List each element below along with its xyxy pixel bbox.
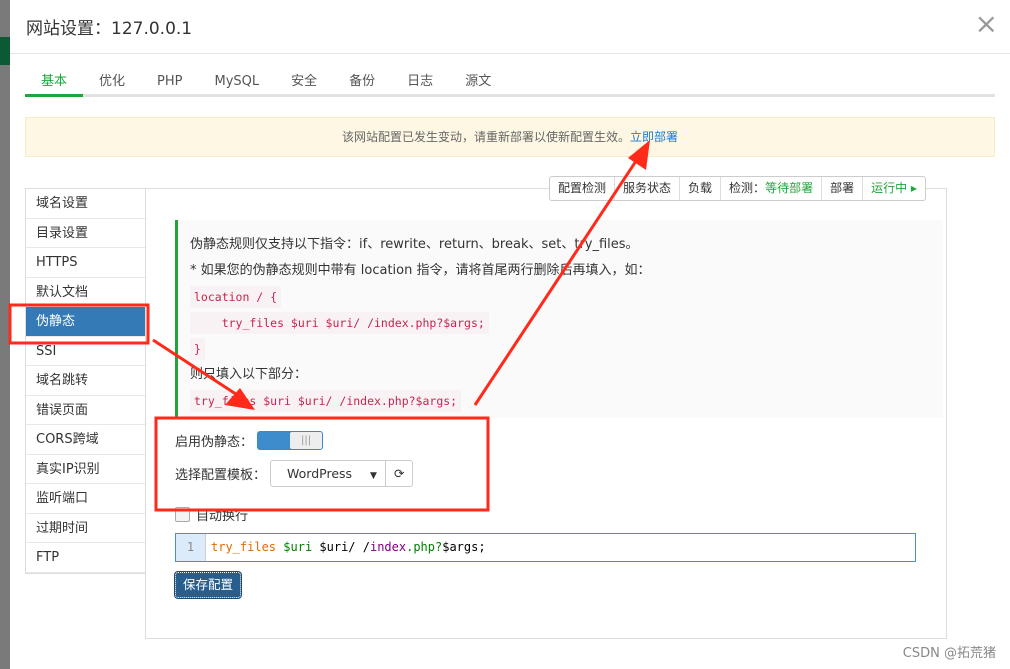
template-row: 选择配置模板： WordPress ▼ ⟳ (175, 460, 414, 487)
toggle-knob: ||| (290, 432, 323, 449)
divider (10, 53, 1010, 54)
sidebar-item-cors[interactable]: CORS跨域 (26, 425, 145, 455)
help-line-2: * 如果您的伪静态规则中带有 location 指令，请将首尾两行删除后再填入，… (190, 263, 651, 278)
dialog-title: 网站设置：127.0.0.1 (26, 19, 193, 39)
code-line[interactable]: try_files $uri $uri/ /index.php?$args; (206, 534, 486, 561)
notice-text: 该网站配置已发生变动，请重新部署以使新配置生效。 (341, 130, 630, 144)
sidebar-item-domain[interactable]: 域名设置 (26, 189, 145, 219)
code-example-2: try_files $uri $uri/ /index.php?$args; (190, 312, 489, 334)
sidebar-item-rewrite[interactable]: 伪静态 (26, 307, 145, 337)
auto-wrap-label: 自动换行 (196, 509, 249, 524)
token: $args; (442, 540, 486, 554)
status-toolbar: 配置检测 服务状态 负载 检测：等待部署 部署 运行中 ▸ (549, 176, 926, 201)
template-select[interactable]: WordPress ▼ (271, 461, 385, 486)
sidebar-item-default-doc[interactable]: 默认文档 (26, 278, 145, 307)
sidebar-item-ssi[interactable]: SSI (26, 337, 145, 366)
sidebar-item-ftp[interactable]: FTP (26, 543, 145, 573)
load-button[interactable]: 负载 (680, 177, 722, 200)
template-label: 选择配置模板： (175, 468, 267, 483)
tab-bar: 基本 优化 PHP MySQL 安全 备份 日志 源文 (25, 70, 995, 97)
token: $uri (283, 540, 313, 554)
sidebar-item-error-page[interactable]: 错误页面 (26, 396, 145, 425)
enable-rewrite-label: 启用伪静态： (175, 435, 254, 450)
running-status-button[interactable]: 运行中 ▸ (863, 177, 925, 200)
service-status-button[interactable]: 服务状态 (615, 177, 681, 200)
help-line-3: 则只填入以下部分： (190, 367, 308, 382)
code-example-4: try_files $uri $uri/ /index.php?$args; (190, 390, 462, 412)
tab-php[interactable]: PHP (141, 70, 198, 94)
tab-logs[interactable]: 日志 (391, 70, 449, 94)
rewrite-code-editor[interactable]: 1 try_files $uri $uri/ /index.php?$args; (175, 533, 916, 562)
template-select-group: WordPress ▼ ⟳ (270, 460, 414, 487)
tab-basic[interactable]: 基本 (25, 70, 84, 97)
sidebar: 域名设置 目录设置 HTTPS 默认文档 伪静态 SSI 域名跳转 错误页面 C… (25, 188, 146, 574)
help-line-1: 伪静态规则仅支持以下指令：if、rewrite、return、break、set… (190, 237, 639, 252)
sidebar-item-redirect[interactable]: 域名跳转 (26, 366, 145, 396)
template-value: WordPress (287, 466, 353, 481)
detect-value: 等待部署 (765, 181, 814, 195)
sidebar-item-listen-port[interactable]: 监听端口 (26, 484, 145, 514)
tab-security[interactable]: 安全 (275, 70, 333, 94)
deploy-button[interactable]: 部署 (822, 177, 864, 200)
tab-source[interactable]: 源文 (449, 70, 507, 94)
detect-label: 检测： (729, 181, 766, 195)
background-page (0, 37, 10, 65)
wrap-row: 自动换行 (175, 505, 248, 524)
code-example-1: location / { (190, 286, 282, 308)
sidebar-item-expiry[interactable]: 过期时间 (26, 514, 145, 543)
refresh-icon[interactable]: ⟳ (384, 461, 412, 486)
tab-backup[interactable]: 备份 (333, 70, 391, 94)
sidebar-item-https[interactable]: HTTPS (26, 248, 145, 278)
tab-mysql[interactable]: MySQL (199, 70, 276, 94)
token: $uri/ / (319, 540, 370, 554)
close-icon[interactable]: × (975, 10, 998, 38)
enable-rewrite-row: 启用伪静态： ||| (175, 431, 324, 450)
token: index (369, 540, 407, 554)
caret-down-icon: ▼ (370, 471, 377, 481)
tab-optimize[interactable]: 优化 (83, 70, 141, 94)
config-changed-notice: 该网站配置已发生变动，请重新部署以使新配置生效。立即部署 (25, 117, 995, 157)
token: try_files (211, 540, 277, 554)
config-check-button[interactable]: 配置检测 (550, 177, 616, 200)
save-config-button[interactable]: 保存配置 (174, 571, 242, 599)
code-example-3: } (190, 338, 205, 360)
site-settings-dialog: 网站设置：127.0.0.1 × 基本 优化 PHP MySQL 安全 备份 日… (10, 0, 1010, 669)
enable-rewrite-toggle[interactable]: ||| (257, 431, 324, 450)
auto-wrap-checkbox[interactable] (175, 507, 190, 522)
detect-status[interactable]: 检测：等待部署 (721, 177, 823, 200)
sidebar-item-real-ip[interactable]: 真实IP识别 (26, 455, 145, 484)
sidebar-item-directory[interactable]: 目录设置 (26, 219, 145, 248)
watermark: CSDN @拓荒猪 (902, 646, 996, 661)
deploy-now-link[interactable]: 立即部署 (630, 130, 678, 144)
line-number: 1 (176, 534, 206, 561)
rewrite-help-box: 伪静态规则仅支持以下指令：if、rewrite、return、break、set… (175, 220, 943, 418)
token: .php? (406, 540, 443, 554)
